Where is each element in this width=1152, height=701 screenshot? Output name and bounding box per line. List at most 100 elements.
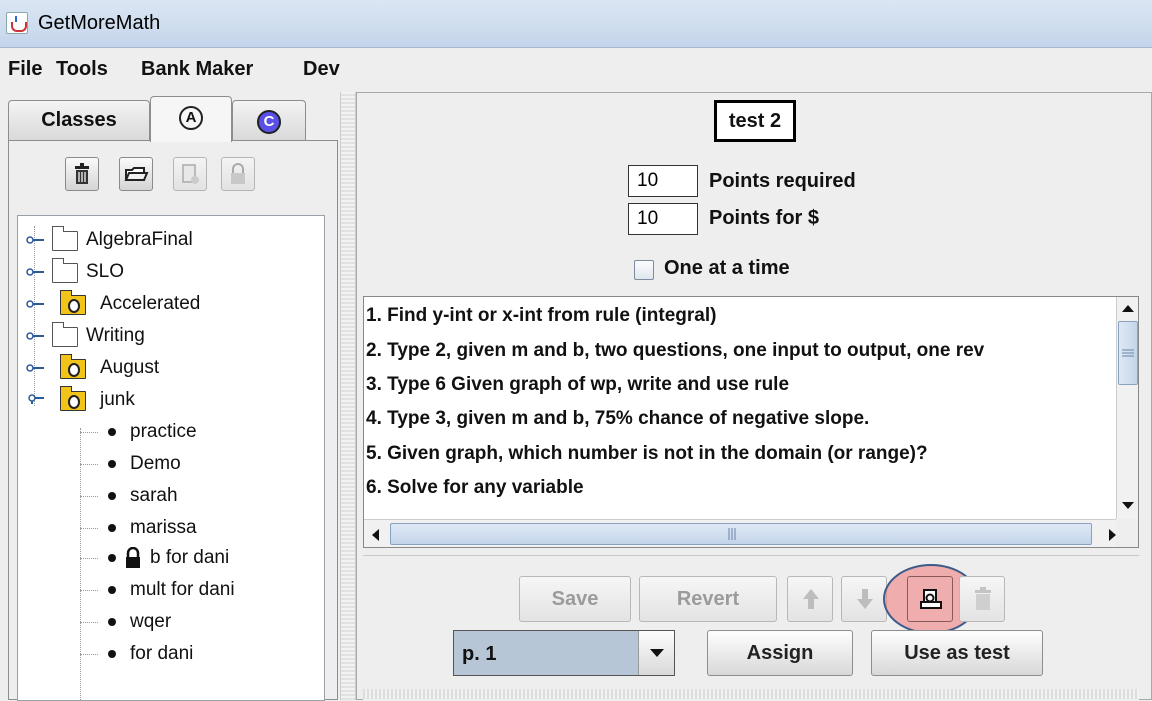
tree-branch-line [80, 590, 98, 591]
menu-bank-maker[interactable]: Bank Maker [141, 58, 253, 81]
question-item[interactable]: 5. Given graph, which number is not in t… [366, 438, 1126, 469]
one-at-a-time-label: One at a time [664, 257, 790, 279]
scroll-down-icon [1122, 502, 1134, 509]
tree-label: marissa [130, 517, 197, 538]
bullet-icon [108, 524, 116, 532]
tree-label: Writing [86, 325, 145, 346]
java-app-icon [6, 12, 28, 34]
tree-item-demo[interactable]: Demo [80, 448, 310, 480]
left-pane: Classes A C AlgebraFinal SLO Accelerated… [0, 92, 340, 701]
status-strip [363, 689, 1139, 699]
menu-file[interactable]: File [8, 58, 42, 81]
save-button[interactable]: Save [519, 576, 631, 622]
tree-branch-line [80, 622, 98, 623]
tree-folder-algebrafinal[interactable]: AlgebraFinal [26, 224, 306, 256]
test-title[interactable]: test 2 [714, 100, 796, 142]
vertical-scrollbar[interactable] [1116, 297, 1138, 519]
dropdown-toggle[interactable] [638, 631, 674, 675]
expand-handle-icon [26, 364, 44, 372]
question-item[interactable]: 6. Solve for any variable [366, 472, 1126, 503]
tree-label: b for dani [150, 547, 230, 568]
tree-folder-slo[interactable]: SLO [26, 256, 306, 288]
print-preview-icon [920, 589, 942, 609]
tree-branch-line [80, 432, 98, 433]
grip-icon [728, 528, 736, 540]
tree-item-practice[interactable]: practice [80, 416, 310, 448]
tree-item-for-dani[interactable]: for dani [80, 638, 310, 670]
folder-icon [52, 322, 78, 347]
tree-label: practice [130, 421, 197, 442]
question-list[interactable]: 1. Find y-int or x-int from rule (integr… [363, 296, 1139, 548]
class-folder-icon [60, 354, 86, 379]
move-up-button[interactable] [787, 576, 833, 622]
horizontal-scrollbar[interactable] [364, 519, 1126, 547]
tree-label: AlgebraFinal [86, 229, 193, 250]
delete-button[interactable] [65, 157, 99, 191]
question-item[interactable]: 3. Type 6 Given graph of wp, write and u… [366, 369, 1126, 400]
chevron-down-icon [650, 649, 664, 657]
tree-folder-writing[interactable]: Writing [26, 320, 306, 352]
bullet-icon [108, 618, 116, 626]
one-at-a-time-checkbox[interactable] [634, 260, 654, 280]
tab-classes[interactable]: Classes [8, 100, 150, 140]
action-panel: Save Revert p. 1 Assign Use as test [363, 555, 1139, 701]
vertical-scroll-thumb[interactable] [1118, 321, 1138, 385]
expand-handle-icon [26, 300, 44, 308]
tree-branch-line [80, 496, 98, 497]
horizontal-scroll-thumb[interactable] [390, 523, 1092, 545]
tree-branch-line [80, 528, 98, 529]
points-for-dollar-input[interactable] [628, 203, 698, 235]
menu-tools[interactable]: Tools [56, 58, 108, 81]
points-for-dollar-label: Points for $ [709, 207, 820, 229]
page-select[interactable]: p. 1 [453, 630, 675, 676]
tab-a[interactable]: A [150, 96, 232, 142]
trash-icon [75, 163, 89, 184]
bullet-icon [108, 554, 116, 562]
question-item[interactable]: 2. Type 2, given m and b, two questions,… [366, 335, 1126, 366]
menu-dev[interactable]: Dev [303, 58, 340, 81]
points-required-label: Points required [709, 170, 856, 192]
class-folder-icon [60, 290, 86, 315]
tab-c[interactable]: C [232, 100, 306, 140]
assign-button[interactable]: Assign [707, 630, 853, 676]
question-item[interactable]: 4. Type 3, given m and b, 75% chance of … [366, 403, 1126, 434]
tree-branch-line [80, 558, 98, 559]
scroll-corner [1116, 519, 1138, 547]
points-required-input[interactable] [628, 165, 698, 197]
tree-item-wqer[interactable]: wqer [80, 606, 310, 638]
tree-label: junk [100, 389, 135, 410]
tree-class-august[interactable]: August [26, 352, 306, 384]
tree-item-sarah[interactable]: sarah [80, 480, 310, 512]
tree-label: mult for dani [130, 579, 235, 600]
revert-button[interactable]: Revert [639, 576, 777, 622]
open-folder-button[interactable] [119, 157, 153, 191]
trash-icon [975, 587, 991, 610]
scroll-left-icon [372, 529, 379, 541]
bullet-icon [108, 428, 116, 436]
folder-icon [52, 226, 78, 251]
c-circle-icon: C [257, 110, 281, 134]
tree-class-accelerated[interactable]: Accelerated [26, 288, 306, 320]
print-preview-button[interactable] [907, 576, 953, 622]
pane-splitter[interactable] [340, 92, 356, 700]
lock-icon [126, 547, 140, 568]
move-down-button[interactable] [841, 576, 887, 622]
tree-branch-line [80, 464, 98, 465]
tree-class-junk[interactable]: junk [26, 384, 306, 416]
use-as-test-button[interactable]: Use as test [871, 630, 1043, 676]
grip-icon [1122, 349, 1134, 357]
tree-label: Demo [130, 453, 181, 474]
collapse-handle-icon [28, 394, 44, 404]
tree-item-marissa[interactable]: marissa [80, 512, 310, 544]
a-circle-icon: A [179, 106, 203, 130]
question-item[interactable]: 1. Find y-int or x-int from rule (integr… [366, 300, 1126, 331]
window-title: GetMoreMath [38, 12, 161, 34]
lock-button[interactable] [221, 157, 255, 191]
bullet-icon [108, 650, 116, 658]
delete-question-button[interactable] [959, 576, 1005, 622]
class-tree[interactable]: AlgebraFinal SLO Accelerated Writing Aug [17, 215, 325, 701]
tree-item-mult-for-dani[interactable]: mult for dani [80, 574, 310, 606]
new-document-button[interactable] [173, 157, 207, 191]
bullet-icon [108, 460, 116, 468]
tree-item-b-for-dani[interactable]: b for dani [80, 542, 310, 574]
